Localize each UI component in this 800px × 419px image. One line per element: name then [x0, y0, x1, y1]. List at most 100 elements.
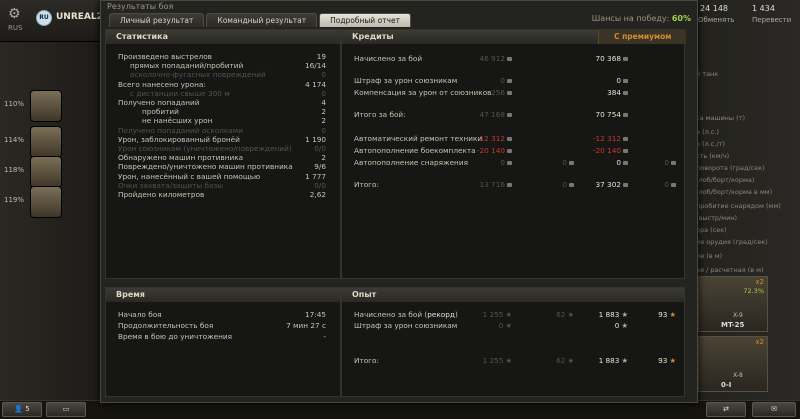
credits-coin-icon [623, 149, 628, 153]
credit-row: Компенсация за урон от союзников 256 384 [342, 88, 684, 97]
transfer-link[interactable]: Перевести [752, 16, 791, 24]
credit-label: Итого за бой: [354, 110, 406, 119]
exp-base-value: 1 255 [482, 310, 504, 319]
tab-bar: Личный результат Командный результат Под… [109, 13, 411, 27]
exp-label: Начислено за бой (рекорд) [354, 310, 458, 319]
credit-base-gold: 0 [562, 180, 574, 189]
spec-line: (лоб/борт/корма) [696, 176, 755, 184]
credit-base: -12 312 [477, 134, 512, 143]
stat-label: пробитий [142, 107, 179, 117]
tab-team[interactable]: Командный результат [206, 13, 318, 27]
credit-row: Автопополнение снаряжения 0 0 0 0 [342, 158, 684, 167]
stat-value: 19 [316, 52, 326, 61]
exp-label-text: Итого: [354, 356, 379, 365]
credit-prem-gold: 0 [664, 180, 676, 189]
table-row: Очки захвата/защиты базы 0/0 [106, 181, 340, 190]
stat-label: Урон, заблокированный бронёй [118, 134, 240, 144]
credit-base-value: -20 140 [476, 146, 505, 155]
stat-value: 4 174 [305, 79, 326, 89]
stat-value: 2 [321, 153, 326, 163]
exp-panel: Опыт Начислено за бой (рекорд) 1 255 ★ 62 ★ 1… [341, 287, 685, 397]
credit-prem: -12 312 [593, 134, 628, 143]
stats-header: Статистика [106, 30, 340, 44]
xp-multiplier: x2 [755, 278, 764, 286]
stat-value: 1 190 [305, 134, 326, 144]
xp-star-icon: ★ [505, 310, 512, 319]
exp-base-free-value: 62 [556, 356, 566, 365]
exp-base: 1 255 ★ [483, 310, 512, 319]
credit-row: Итого за бой: 47 168 70 754 [342, 110, 684, 119]
credit-prem: 0 [616, 158, 628, 167]
notifications-button[interactable]: ✉ [752, 402, 796, 417]
stat-value: 0/0 [314, 144, 326, 153]
time-panel: Время Начало боя 17:45 Продолжительность б… [105, 287, 341, 397]
credits-coin-icon [507, 57, 512, 61]
table-row: Произведено выстрелов 19 [106, 52, 340, 61]
time-label: Начало боя [118, 310, 162, 319]
time-row: Продолжительность боя 7 мин 27 с [106, 321, 340, 330]
credit-base-value: 256 [491, 88, 505, 97]
time-value: - [323, 332, 326, 341]
region-label: RUS [8, 24, 23, 32]
stat-label: Получено попаданий [118, 98, 200, 107]
exp-row: Начислено за бой (рекорд) 1 255 ★ 62 ★ 1 883 ★… [342, 310, 684, 319]
credit-prem-value: 37 302 [595, 180, 621, 189]
stat-value: 2,62 [309, 190, 326, 199]
gear-icon[interactable]: ⚙ [8, 6, 21, 22]
credit-label: Штраф за урон союзникам [354, 76, 458, 85]
exp-prem-value: 1 883 [598, 310, 620, 319]
credits-coin-icon [507, 91, 512, 95]
exp-label-text: Штраф за урон союзникам [354, 321, 458, 330]
service-button[interactable]: ⇄ [706, 402, 746, 417]
tank-name: MT-25 [721, 321, 745, 329]
credit-prem: 37 302 [595, 180, 628, 189]
exp-prem-free-value: 93 [658, 356, 668, 365]
stats-panel: Статистика Произведено выстрелов 19 прямых… [105, 29, 341, 279]
credits-coin-icon [507, 161, 512, 165]
exp-label-suffix: ) [454, 310, 458, 319]
stat-label: Урон, нанесённый с вашей помощью [118, 171, 261, 181]
stat-value: 0 [321, 70, 326, 80]
credit-row: Штраф за урон союзникам 0 0 [342, 76, 684, 85]
credit-prem-value: 0 [616, 158, 621, 167]
credits-coin-icon [623, 137, 628, 141]
stat-label: Урон союзникам (уничтожено/повреждений) [118, 144, 292, 153]
credit-base-value: 46 912 [479, 54, 505, 63]
time-header: Время [106, 288, 340, 302]
spec-line: сть (км/ч) [696, 152, 730, 160]
time-label: Продолжительность боя [118, 321, 214, 330]
table-row: Урон союзникам (уничтожено/повреждений) 0… [106, 144, 340, 153]
avatar [30, 90, 62, 122]
tab-personal[interactable]: Личный результат [109, 13, 205, 27]
chat-button[interactable]: ▭ [46, 402, 86, 417]
credit-base-value: -12 312 [476, 134, 505, 143]
tab-detailed[interactable]: Подробный отчет [319, 13, 411, 27]
crew-member[interactable]: 119% [0, 184, 80, 220]
spec-line: ора (сек) [696, 226, 727, 234]
stat-label: Произведено выстрелов [118, 52, 212, 61]
time-row: Время в бою до уничтожения - [106, 332, 340, 341]
exchange-link[interactable]: Обменять [698, 16, 734, 24]
credit-base: 0 [500, 158, 512, 167]
stat-label: Всего нанесено урона: [118, 79, 206, 89]
crew-member[interactable]: 110% [0, 88, 80, 124]
free-xp-icon: ★ [567, 356, 574, 365]
table-row: Обнаружено машин противника 2 [106, 153, 340, 162]
credit-row: Автопополнение боекомплекта -20 140 -20 14… [342, 146, 684, 155]
stat-label: Обнаружено машин противника [118, 153, 244, 163]
gold-coin-icon [569, 183, 574, 187]
clan-logo[interactable]: RU [36, 10, 52, 26]
xp-star-icon: ★ [505, 356, 512, 365]
players-button[interactable]: 👤 5 [2, 402, 42, 417]
stat-label: с дистанции свыше 300 м [130, 88, 230, 98]
credits-header-label: Кредиты [352, 32, 394, 41]
stat-value: 0 [321, 88, 326, 98]
exp-label-text: Начислено за бой ( [354, 310, 428, 319]
tank-card[interactable]: x2 72.3% X-9 MT-25 [698, 276, 768, 332]
stat-value: 0 [321, 125, 326, 135]
stat-label: осколочно-фугасных повреждений [130, 70, 266, 80]
table-row: пробитий 2 [106, 107, 340, 116]
credit-row: Итого: 13 716 0 37 302 0 [342, 180, 684, 189]
tank-card[interactable]: x2 X-8 0-I [698, 336, 768, 392]
spec-line: а (л.с./т) [696, 140, 725, 148]
